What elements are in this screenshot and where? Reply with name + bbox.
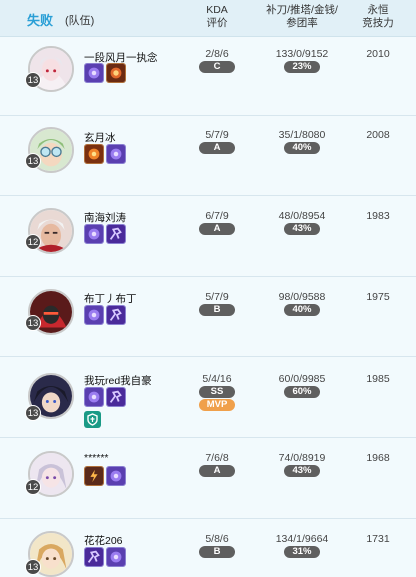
hero-level-badge: 13	[25, 72, 41, 88]
stats-value: 98/0/9588	[278, 291, 326, 303]
power-value: 1975	[366, 291, 390, 303]
hero-level-badge: 13	[25, 405, 41, 421]
power-value: 2008	[366, 129, 390, 141]
player-row[interactable]: 12 ****** 7/6/8 A 74/0/8919 43% 1968	[0, 438, 416, 519]
stats-value: 60/0/9985	[278, 373, 326, 385]
player-name: 南海刘涛	[84, 212, 126, 224]
participation-rate-badge: 43%	[284, 223, 320, 235]
kda-value: 7/6/8	[205, 452, 229, 464]
flash-skill-icon	[84, 305, 104, 325]
team-label: (队伍)	[65, 15, 95, 27]
power-value: 1983	[366, 210, 390, 222]
hero-level-badge: 13	[25, 315, 41, 331]
stats-value: 35/1/8080	[278, 129, 326, 141]
flash-skill-icon	[106, 466, 126, 486]
kda-grade-badge: SS	[199, 386, 235, 398]
stats-value: 48/0/8954	[278, 210, 326, 222]
sprint-skill-icon	[106, 224, 126, 244]
participation-rate-badge: 23%	[284, 61, 320, 73]
player-name: 花花206	[84, 535, 123, 547]
player-name: ******	[84, 452, 109, 464]
kda-value: 5/7/9	[205, 291, 229, 303]
flash-skill-icon	[84, 63, 104, 83]
flash-skill-icon	[106, 547, 126, 567]
power-column-header: 永恒 竞技力	[362, 4, 394, 29]
match-header: 失败 (队伍) KDA 评价 补刀/推塔/金钱/参团率 永恒 竞技力	[0, 0, 416, 37]
kda-value: 6/7/9	[205, 210, 229, 222]
kda-grade-badge: A	[199, 142, 235, 154]
punish-skill-icon	[84, 144, 104, 164]
kda-grade-badge: B	[199, 304, 235, 316]
player-name: 布丁丿布丁	[84, 293, 137, 305]
player-name: 我玩red我自豪	[84, 375, 152, 387]
mvp-badge: MVP	[199, 399, 235, 411]
power-value: 1985	[366, 373, 390, 385]
player-name: 玄月冰	[84, 132, 116, 144]
shield-badge-icon	[84, 411, 101, 428]
power-value: 1731	[366, 533, 390, 545]
stats-value: 74/0/8919	[278, 452, 326, 464]
kda-grade-badge: B	[199, 546, 235, 558]
sprint-skill-icon	[106, 305, 126, 325]
player-row[interactable]: 13 我玩red我自豪 5/4/16 SS MVP 60/0/9985 60% …	[0, 357, 416, 438]
lightning-skill-icon	[84, 466, 104, 486]
sprint-skill-icon	[84, 547, 104, 567]
stats-column-header: 补刀/推塔/金钱/参团率	[266, 4, 338, 29]
kda-grade-badge: A	[199, 465, 235, 477]
hero-level-badge: 13	[25, 153, 41, 169]
participation-rate-badge: 31%	[284, 546, 320, 558]
power-value: 2010	[366, 48, 390, 60]
participation-rate-badge: 40%	[284, 142, 320, 154]
hero-level-badge: 12	[25, 234, 41, 250]
flash-skill-icon	[84, 224, 104, 244]
player-row[interactable]: 13 玄月冰 5/7/9 A 35/1/8080 40% 2008	[0, 116, 416, 196]
participation-rate-badge: 40%	[284, 304, 320, 316]
kda-value: 2/8/6	[205, 48, 229, 60]
hero-level-badge: 12	[25, 479, 41, 495]
participation-rate-badge: 43%	[284, 465, 320, 477]
match-result-label: 失败	[27, 13, 54, 28]
kda-value: 5/8/6	[205, 533, 229, 545]
kda-value: 5/7/9	[205, 129, 229, 141]
participation-rate-badge: 60%	[284, 386, 320, 398]
kda-column-header: KDA 评价	[206, 4, 228, 29]
stats-value: 133/0/9152	[275, 48, 329, 60]
kda-grade-badge: A	[199, 223, 235, 235]
stats-value: 134/1/9664	[275, 533, 329, 545]
fire-skill-icon	[106, 63, 126, 83]
player-row[interactable]: 13 花花206 5/8/6 B 134/1/9664 31% 1731	[0, 519, 416, 577]
flash-skill-icon	[106, 144, 126, 164]
flash-skill-icon	[84, 387, 104, 407]
player-row[interactable]: 13 布丁丿布丁 5/7/9 B 98/0/9588 40% 1975	[0, 277, 416, 357]
power-value: 1968	[366, 452, 390, 464]
kda-grade-badge: C	[199, 61, 235, 73]
player-row[interactable]: 13 一段风月一执念 2/8/6 C 133/0/9152 23% 2010	[0, 36, 416, 116]
player-row[interactable]: 12 南海刘涛 6/7/9 A 48/0/8954 43% 1983	[0, 196, 416, 277]
kda-value: 5/4/16	[202, 373, 232, 385]
sprint-skill-icon	[106, 387, 126, 407]
